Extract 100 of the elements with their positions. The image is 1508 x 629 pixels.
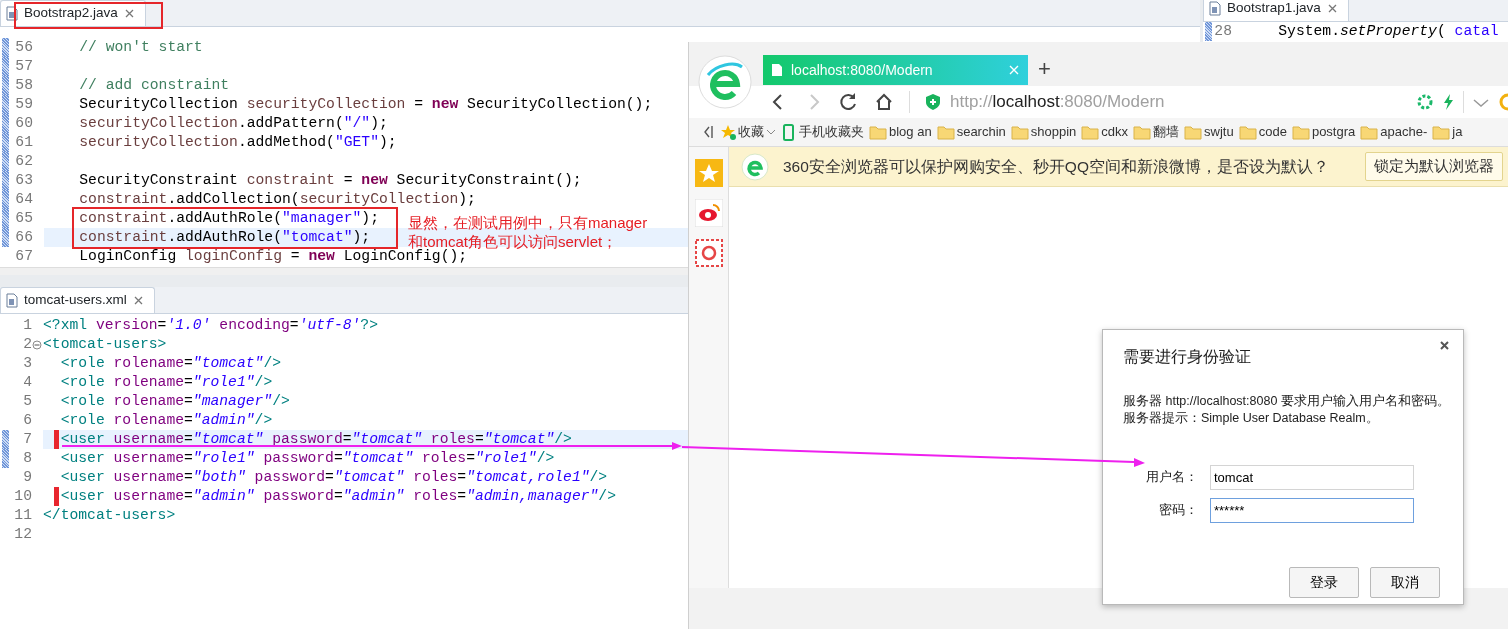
code-line: SecurityCollection securityCollection = new SecurityCollection();: [78, 95, 653, 114]
line-number: 10: [13, 487, 32, 506]
bookmark[interactable]: postgra: [1291, 122, 1356, 142]
bookmark[interactable]: code: [1238, 122, 1287, 142]
notification-text: 360安全浏览器可以保护网购安全、秒开QQ空间和新浪微博，是否设为默认？: [783, 156, 1329, 177]
browser-logo-icon: [741, 152, 769, 181]
star-icon: [720, 123, 736, 141]
close-icon[interactable]: [132, 295, 144, 306]
new-tab-button[interactable]: +: [1038, 55, 1051, 83]
dialog-message: 服务器 http://localhost:8080 要求用户输入用户名和密码。: [1123, 393, 1443, 411]
file-icon: [5, 6, 18, 21]
line-number: 5: [22, 392, 32, 411]
folder-icon: [936, 123, 955, 141]
code-line: <?xml version='1.0' encoding='utf-8'?>: [43, 316, 378, 335]
bookmark[interactable]: ja: [1432, 122, 1463, 142]
address-field[interactable]: http://localhost:8080/Modern: [950, 89, 1402, 115]
field-label: 密码：: [1158, 502, 1199, 520]
line-number: 4: [22, 373, 32, 392]
file-icon: [1208, 1, 1221, 16]
code-line: securityCollection.addMethod("GET");: [78, 133, 397, 152]
line-number: 66: [14, 228, 33, 247]
line-number: 65: [14, 209, 33, 228]
bookmark[interactable]: shoppin: [1010, 122, 1077, 142]
phone-icon: [781, 123, 797, 141]
shield-icon: [925, 93, 941, 111]
line-number: 8: [22, 449, 32, 468]
code-line: // add constraint: [78, 76, 230, 95]
bookmark[interactable]: 收藏: [720, 122, 776, 142]
code-line: <role rolename="manager"/>: [59, 392, 290, 411]
line-number: 12: [13, 525, 32, 544]
folder-icon: [1432, 123, 1451, 141]
bookmark[interactable]: searchin: [936, 122, 1006, 142]
close-icon[interactable]: [1326, 3, 1338, 14]
line-number: 3: [22, 354, 32, 373]
bookmark[interactable]: 翻墙: [1133, 122, 1180, 142]
code-line: <role rolename="role1"/>: [59, 373, 273, 392]
fold-icon[interactable]: [32, 339, 42, 350]
code-line: constraint.addCollection(securityCollection);: [78, 190, 476, 209]
line-number: 6: [22, 411, 32, 430]
line-number: 63: [14, 171, 33, 190]
line-number: 1: [22, 316, 32, 335]
code-line: <tomcat-users>: [43, 335, 167, 354]
spinner-icon[interactable]: [1417, 94, 1433, 110]
bookmark[interactable]: apache-: [1360, 122, 1428, 142]
folder-icon: [1184, 123, 1203, 141]
page-icon: [771, 63, 783, 77]
close-icon[interactable]: [123, 8, 135, 19]
folder-icon: [1133, 123, 1152, 141]
line-number: 11: [13, 506, 32, 525]
sidebar-toggle-icon[interactable]: [701, 124, 715, 140]
home-icon[interactable]: [874, 92, 894, 112]
bookmark[interactable]: 手机收藏夹: [781, 122, 864, 142]
editor-tab[interactable]: Bootstrap2.java: [0, 0, 146, 26]
line-number: 62: [14, 152, 33, 171]
line-number: 60: [14, 114, 33, 133]
caret-icon: [766, 127, 776, 137]
folder-icon: [1081, 123, 1100, 141]
input-field[interactable]: ******: [1210, 498, 1414, 524]
dialog-title: 需要进行身份验证: [1123, 347, 1252, 367]
code-line: <user username="role1" password="tomcat" roles="role1"/>: [59, 449, 555, 468]
code-line: <user username="both" password="tomcat" roles="tomcat,role1"/>: [59, 468, 608, 487]
default-browser-button[interactable]: 锁定为默认浏览器: [1365, 151, 1503, 182]
code-line: <role rolename="admin"/>: [59, 411, 273, 430]
code-line: constraint.addAuthRole("manager");: [78, 209, 379, 228]
line-number: 56: [14, 38, 33, 57]
folder-icon: [1238, 123, 1257, 141]
code-line: // won't start: [78, 38, 203, 57]
mail-icon[interactable]: [694, 239, 723, 267]
folder-icon: [869, 123, 887, 141]
line-number: 9: [22, 468, 32, 487]
code-line: constraint.addAuthRole("tomcat");: [78, 228, 371, 247]
editor-tab[interactable]: tomcat-users.xml: [0, 287, 155, 313]
scrollbar[interactable]: [0, 267, 688, 275]
field-label: 用户名：: [1145, 469, 1199, 487]
code-line: SecurityConstraint constraint = new SecurityConstraint();: [78, 171, 582, 190]
editor-tab[interactable]: Bootstrap1.java: [1203, 0, 1349, 21]
dialog-button[interactable]: 登录: [1289, 567, 1359, 599]
line-number: 2: [22, 335, 32, 354]
code-line: System.setProperty( catal: [1277, 22, 1499, 41]
annotation-text: 显然，在测试用例中，只有manager: [408, 213, 648, 233]
folder-icon: [1010, 123, 1029, 141]
file-icon: [5, 293, 18, 308]
input-field[interactable]: tomcat: [1210, 465, 1414, 491]
code-line: <user username="tomcat" password="tomcat" roles="tomcat"/>: [59, 430, 572, 449]
folder-icon: [1291, 123, 1310, 141]
bookmark[interactable]: cdkx: [1081, 122, 1129, 142]
line-number: 59: [14, 95, 33, 114]
line-number: 7: [22, 430, 32, 449]
close-icon[interactable]: [1440, 341, 1449, 350]
line-number: 57: [14, 57, 33, 76]
weibo-icon[interactable]: [694, 199, 723, 227]
lightning-icon[interactable]: [1441, 93, 1455, 111]
bookmark[interactable]: blog an: [869, 122, 932, 142]
line-number: 61: [14, 133, 33, 152]
line-number: 67: [14, 247, 33, 266]
bookmark[interactable]: swjtu: [1184, 122, 1234, 142]
dialog-button[interactable]: 取消: [1370, 567, 1440, 599]
line-number: 64: [14, 190, 33, 209]
reload-icon[interactable]: [839, 92, 859, 112]
folder-icon: [1360, 123, 1379, 141]
